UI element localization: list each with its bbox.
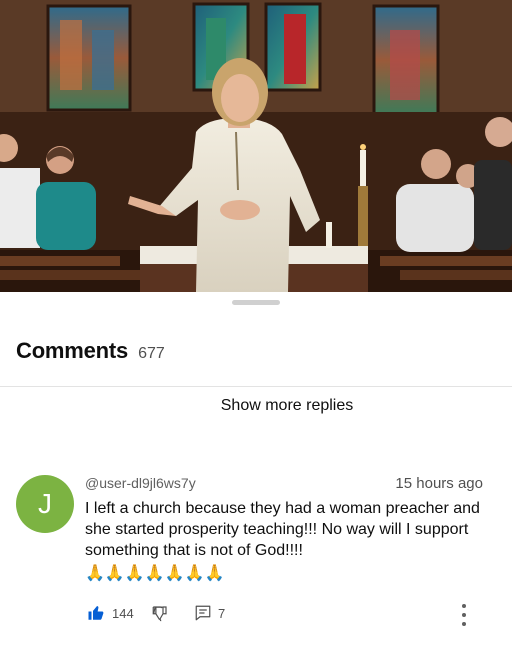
video-frame-illustration [0,0,512,292]
drag-handle[interactable] [232,300,280,305]
more-vertical-dot [462,622,466,626]
comments-sheet: Comments 677 Show more replies J @user-d… [0,292,512,665]
comment-author[interactable]: @user-dl9jl6ws7y [85,475,196,491]
more-vertical-icon [462,604,466,608]
more-vertical-dot [462,613,466,617]
comment-emoji: 🙏🙏🙏🙏🙏🙏🙏 [85,565,225,582]
reply-button[interactable]: 7 [194,604,225,622]
header-divider [0,386,512,387]
like-button[interactable]: 144 [87,604,134,622]
video-player[interactable] [0,0,512,292]
comment-text: I left a church because they had a woman… [85,500,480,559]
thumbs-up-icon [88,605,104,620]
comment-body: I left a church because they had a woman… [85,498,495,584]
dislike-button[interactable] [151,604,169,622]
comment-actions: 144 7 [85,604,485,626]
comments-count: 677 [138,345,165,362]
thumbs-down-icon [152,606,167,622]
reply-count: 7 [218,605,226,621]
show-more-replies-button[interactable]: Show more replies [0,397,512,415]
comments-title: Comments [16,338,129,363]
reply-icon [195,605,211,621]
like-count: 144 [112,605,134,621]
comments-header: Comments 677 [16,338,165,364]
comment-menu-button[interactable] [460,604,468,626]
comment-timestamp: 15 hours ago [395,475,483,492]
avatar[interactable]: J [16,475,74,533]
